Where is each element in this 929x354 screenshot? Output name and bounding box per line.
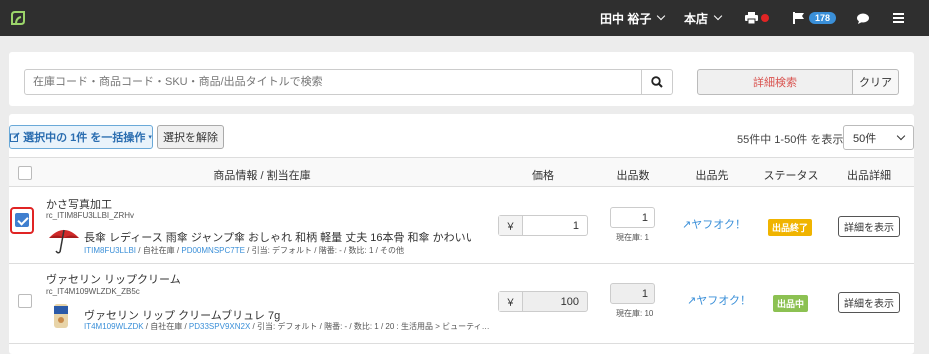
dest-label: ヤフオク！ bbox=[691, 219, 746, 231]
row-checkbox[interactable] bbox=[18, 294, 32, 308]
search-icon bbox=[651, 76, 663, 88]
external-link-icon: ↗ bbox=[682, 219, 692, 231]
status-badge: 出品終了 bbox=[768, 219, 813, 236]
current-stock: 現在庫: 10 bbox=[616, 309, 654, 318]
pd-link[interactable]: PD33SPV9XN2X bbox=[189, 322, 250, 331]
price-value: 100 bbox=[560, 295, 579, 308]
location: 自社在庫 bbox=[150, 322, 183, 331]
deselect-button[interactable]: 選択を解除 bbox=[157, 125, 224, 149]
sku-link[interactable]: IT4M109WLZDK bbox=[84, 322, 144, 331]
chevron-down-icon bbox=[713, 11, 723, 21]
top-bar: 田中 裕子 本店 178 bbox=[0, 0, 929, 36]
stock-meta: 引当: デフォルト / 階番: - / 数比: 1 / 20 : 生活用品 > … bbox=[256, 322, 490, 331]
table-row: かさ写真加工 rc_ITIM8FU3LLBI_ZRHv 長傘 レディース 雨傘 … bbox=[9, 187, 914, 264]
clear-button[interactable]: クリア bbox=[852, 69, 899, 95]
col-info-header: 商品情報 / 割当在庫 bbox=[213, 170, 311, 182]
table-header: 商品情報 / 割当在庫 価格 出品数 出品先 ステータス 出品詳細 bbox=[9, 157, 914, 187]
col-status-header: ステータス bbox=[763, 170, 819, 182]
menu-button[interactable] bbox=[893, 0, 904, 36]
umbrella-image bbox=[49, 229, 79, 254]
user-menu[interactable]: 田中 裕子 bbox=[600, 0, 666, 36]
lip-cream-image bbox=[54, 304, 68, 328]
app-logo-icon[interactable] bbox=[9, 9, 27, 27]
per-page-value: 50件 bbox=[853, 132, 877, 145]
select-all-checkbox[interactable] bbox=[18, 166, 32, 180]
store-name: 本店 bbox=[684, 11, 709, 26]
product-name: 長傘 レディース 雨傘 ジャンプ傘 おしゃれ 和柄 軽量 丈夫 16本骨 和傘 … bbox=[84, 232, 471, 244]
printer-icon bbox=[745, 12, 758, 24]
store-menu[interactable]: 本店 bbox=[684, 0, 723, 36]
listing-title: ヴァセリン リップクリーム bbox=[46, 274, 181, 286]
per-page-select[interactable]: 50件 bbox=[843, 125, 914, 150]
show-detail-button[interactable]: 詳細を表示 bbox=[838, 292, 900, 313]
current-stock: 現在庫: 1 bbox=[616, 233, 649, 242]
stock-meta: 引当: デフォルト / 階番: - / 数比: 1 / その他 bbox=[251, 246, 405, 255]
advanced-search-button[interactable]: 詳細検索 bbox=[697, 69, 853, 95]
dest-label: ヤフオク！ bbox=[696, 295, 751, 307]
bulk-action-button[interactable]: 選択中の 1件 を一括操作 ▾ bbox=[9, 125, 153, 149]
chevron-down-icon bbox=[896, 131, 906, 141]
price-field[interactable]: ￥ 1 bbox=[498, 215, 588, 236]
sku-link[interactable]: ITIM8FU3LLBI bbox=[84, 246, 136, 255]
price-field[interactable]: ￥ 100 bbox=[498, 291, 588, 312]
listing-code: rc_IT4M109WLZDK_ZB5c bbox=[46, 287, 140, 296]
bulk-action-label: 選択中の 1件 を一括操作 bbox=[23, 132, 146, 144]
col-dest-header: 出品先 bbox=[695, 170, 729, 182]
chevron-down-icon bbox=[657, 11, 666, 21]
listing-code: rc_ITIM8FU3LLBI_ZRHv bbox=[46, 211, 135, 220]
result-count: 55件中 1-50件 を表示 bbox=[737, 134, 844, 146]
search-button[interactable] bbox=[641, 69, 673, 95]
search-input[interactable] bbox=[24, 69, 642, 95]
chat-button[interactable] bbox=[857, 0, 869, 36]
edit-icon bbox=[10, 132, 20, 142]
show-detail-button[interactable]: 詳細を表示 bbox=[838, 216, 900, 237]
pd-link[interactable]: PD00MNSPC7TE bbox=[181, 246, 245, 255]
caret-down-icon: ▾ bbox=[148, 134, 152, 141]
listing-panel: 選択中の 1件 を一括操作 ▾ 選択を解除 55件中 1-50件 を表示 50件… bbox=[9, 114, 914, 354]
flag-count-badge: 178 bbox=[809, 12, 837, 24]
external-link-icon: ↗ bbox=[687, 295, 697, 307]
col-price-header: 価格 bbox=[532, 170, 554, 182]
printer-button[interactable] bbox=[745, 0, 769, 36]
row-checkbox[interactable] bbox=[15, 213, 29, 227]
quantity-input[interactable]: 1 bbox=[610, 207, 655, 228]
alert-dot bbox=[761, 14, 769, 22]
yahoo-auction-link[interactable]: ↗ヤフオク！ bbox=[687, 292, 751, 308]
quantity-input[interactable]: 1 bbox=[610, 283, 655, 304]
col-qty-header: 出品数 bbox=[616, 170, 650, 182]
user-name: 田中 裕子 bbox=[600, 11, 652, 26]
location: 自社在庫 bbox=[142, 246, 175, 255]
yen-symbol: ￥ bbox=[499, 292, 523, 311]
hamburger-icon bbox=[893, 13, 904, 23]
flag-icon bbox=[793, 12, 804, 24]
table-row: ヴァセリン リップクリーム rc_IT4M109WLZDK_ZB5c ヴァセリン… bbox=[9, 264, 914, 344]
yen-symbol: ￥ bbox=[499, 216, 523, 235]
yahoo-auction-link[interactable]: ↗ヤフオク！ bbox=[682, 216, 746, 232]
listing-title: かさ写真加工 bbox=[46, 199, 112, 211]
price-value: 1 bbox=[572, 219, 579, 232]
col-detail-header: 出品詳細 bbox=[847, 170, 891, 182]
search-panel: 詳細検索 クリア bbox=[9, 52, 914, 106]
chat-icon bbox=[857, 13, 869, 24]
status-badge: 出品中 bbox=[773, 295, 809, 312]
flag-button[interactable]: 178 bbox=[793, 0, 837, 36]
